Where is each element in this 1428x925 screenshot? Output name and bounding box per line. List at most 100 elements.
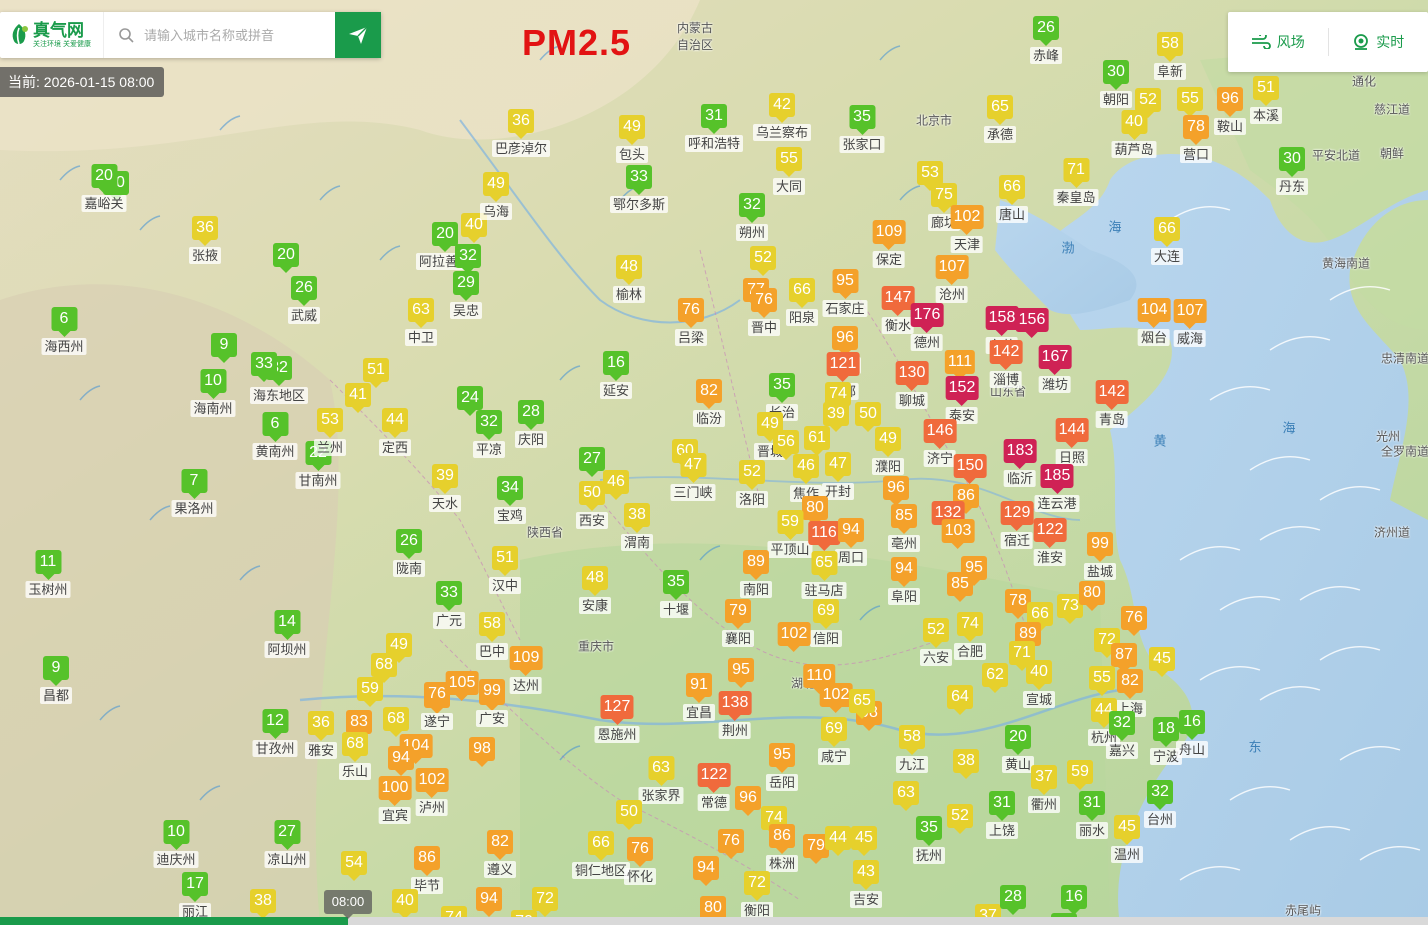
station-marker[interactable]: 14 阿坝州 bbox=[264, 610, 310, 658]
station-marker[interactable]: 66 大连 bbox=[1150, 217, 1184, 265]
station-marker[interactable]: 36 张掖 bbox=[188, 216, 222, 264]
station-marker[interactable]: 33 鄂尔多斯 bbox=[609, 165, 669, 213]
station-marker[interactable]: 130 聊城 bbox=[895, 361, 929, 409]
station-marker[interactable]: 102 bbox=[777, 622, 811, 652]
station-marker[interactable]: 122 淮安 bbox=[1033, 518, 1067, 566]
station-marker[interactable]: 9 昌都 bbox=[39, 656, 73, 704]
station-marker[interactable]: 39 天水 bbox=[428, 464, 462, 512]
station-marker[interactable]: 63 中卫 bbox=[404, 298, 438, 346]
station-marker[interactable]: 96 bbox=[883, 476, 909, 506]
station-marker[interactable]: 102 泸州 bbox=[415, 768, 449, 816]
station-marker[interactable]: 52 bbox=[1135, 88, 1161, 118]
station-marker[interactable]: 109 保定 bbox=[872, 220, 906, 268]
station-marker[interactable]: 69 信阳 bbox=[809, 599, 843, 647]
station-marker[interactable]: 41 bbox=[345, 383, 371, 413]
station-marker[interactable]: 66 唐山 bbox=[995, 175, 1029, 223]
station-marker[interactable]: 129 宿迁 bbox=[1000, 501, 1034, 549]
station-marker[interactable]: 33 广元 bbox=[432, 581, 466, 629]
station-marker[interactable]: 58 九江 bbox=[895, 725, 929, 773]
station-marker[interactable]: 32 平凉 bbox=[472, 410, 506, 458]
station-marker[interactable]: 50 西安 bbox=[575, 481, 609, 529]
station-marker[interactable]: 31 上饶 bbox=[985, 791, 1019, 839]
station-marker[interactable]: 71 秦皇岛 bbox=[1053, 158, 1099, 206]
station-marker[interactable]: 59 bbox=[1067, 760, 1093, 790]
station-marker[interactable]: 58 巴中 bbox=[475, 612, 509, 660]
station-marker[interactable]: 142 青岛 bbox=[1095, 380, 1129, 428]
air-quality-map[interactable]: 内蒙古 自治区 北京市 通化 慈江道 平安北道 朝鲜 黄海南道 忠清南道 光州 全罗南道 济州道 山东… bbox=[0, 0, 1428, 925]
station-marker[interactable]: 66 阳泉 bbox=[785, 278, 819, 326]
station-marker[interactable]: 79 襄阳 bbox=[721, 599, 755, 647]
station-marker[interactable]: 54 bbox=[341, 851, 367, 881]
station-marker[interactable]: 36 雅安 bbox=[304, 711, 338, 759]
station-marker[interactable]: 50 bbox=[616, 800, 642, 830]
station-marker[interactable]: 7 果洛州 bbox=[171, 469, 217, 517]
station-marker[interactable]: 6 黄南州 bbox=[252, 412, 298, 460]
station-marker[interactable]: 40 宣城 bbox=[1022, 660, 1056, 708]
station-marker[interactable]: 65 承德 bbox=[983, 95, 1017, 143]
station-marker[interactable]: 86 株洲 bbox=[765, 824, 799, 872]
station-marker[interactable]: 62 bbox=[982, 663, 1008, 693]
station-marker[interactable]: 36 巴彦淖尔 bbox=[491, 109, 551, 157]
station-marker[interactable]: 27 凉山州 bbox=[264, 820, 310, 868]
station-marker[interactable]: 100 宜宾 bbox=[378, 776, 412, 824]
station-marker[interactable]: 107 沧州 bbox=[935, 255, 969, 303]
station-marker[interactable]: 38 渭南 bbox=[620, 503, 654, 551]
station-marker[interactable]: 42 乌兰察布 bbox=[752, 93, 812, 141]
station-marker[interactable]: 10 迪庆州 bbox=[153, 820, 199, 868]
station-marker[interactable]: 176 德州 bbox=[910, 303, 944, 351]
station-marker[interactable]: 68 bbox=[371, 653, 397, 683]
realtime-toggle[interactable]: 实时 bbox=[1329, 32, 1428, 52]
station-marker[interactable]: 35 抚州 bbox=[912, 816, 946, 864]
station-marker[interactable]: 167 潍坊 bbox=[1038, 345, 1072, 393]
station-marker[interactable]: 72 bbox=[532, 887, 558, 917]
station-marker[interactable]: 50 bbox=[855, 402, 881, 432]
station-marker[interactable]: 95 石家庄 bbox=[822, 269, 868, 317]
station-marker[interactable]: 144 日照 bbox=[1055, 418, 1089, 466]
station-marker[interactable]: 45 bbox=[1149, 647, 1175, 677]
station-marker[interactable]: 38 bbox=[250, 889, 276, 919]
station-marker[interactable]: 9 bbox=[211, 333, 237, 363]
station-marker[interactable]: 152 泰安 bbox=[945, 376, 979, 424]
station-marker[interactable]: 32 朔州 bbox=[735, 193, 769, 241]
station-marker[interactable]: 127 恩施州 bbox=[594, 695, 640, 743]
station-marker[interactable]: 33 bbox=[251, 352, 277, 382]
station-marker[interactable]: 59 bbox=[357, 677, 383, 707]
station-marker[interactable]: 63 张家界 bbox=[638, 756, 684, 804]
station-marker[interactable]: 89 南阳 bbox=[739, 550, 773, 598]
station-marker[interactable]: 20 嘉峪关 bbox=[81, 164, 127, 212]
station-marker[interactable]: 30 朝阳 bbox=[1099, 60, 1133, 108]
station-marker[interactable]: 109 达州 bbox=[509, 646, 543, 694]
station-marker[interactable]: 122 常德 bbox=[697, 763, 731, 811]
station-marker[interactable]: 55 bbox=[1089, 666, 1115, 696]
station-marker[interactable]: 98 bbox=[469, 737, 495, 767]
station-marker[interactable]: 48 安康 bbox=[578, 566, 612, 614]
station-marker[interactable]: 12 甘孜州 bbox=[252, 709, 298, 757]
station-marker[interactable]: 30 丹东 bbox=[1275, 147, 1309, 195]
station-marker[interactable]: 44 bbox=[825, 826, 851, 856]
station-marker[interactable]: 87 bbox=[1111, 643, 1137, 673]
station-marker[interactable]: 61 bbox=[804, 426, 830, 456]
station-marker[interactable]: 29 吴忠 bbox=[449, 271, 483, 319]
station-marker[interactable]: 80 bbox=[1079, 581, 1105, 611]
station-marker[interactable]: 45 bbox=[851, 826, 877, 856]
station-marker[interactable]: 76 吕梁 bbox=[674, 298, 708, 346]
station-marker[interactable]: 55 大同 bbox=[772, 147, 806, 195]
station-marker[interactable]: 40 葫芦岛 bbox=[1111, 110, 1157, 158]
station-marker[interactable]: 51 本溪 bbox=[1249, 76, 1283, 124]
station-marker[interactable]: 156 bbox=[1015, 308, 1049, 338]
station-marker[interactable]: 55 bbox=[1177, 87, 1203, 117]
station-marker[interactable]: 44 定西 bbox=[378, 408, 412, 456]
station-marker[interactable]: 51 bbox=[363, 358, 389, 388]
station-marker[interactable]: 104 烟台 bbox=[1137, 298, 1171, 346]
station-marker[interactable]: 76 bbox=[1121, 606, 1147, 636]
station-marker[interactable]: 6 海西州 bbox=[41, 307, 87, 355]
station-marker[interactable]: 65 驻马店 bbox=[801, 551, 847, 599]
station-marker[interactable]: 58 阜新 bbox=[1153, 32, 1187, 80]
station-marker[interactable]: 39 bbox=[823, 402, 849, 432]
station-marker[interactable]: 85 亳州 bbox=[887, 504, 921, 552]
station-marker[interactable]: 82 遵义 bbox=[483, 830, 517, 878]
station-marker[interactable]: 52 六安 bbox=[919, 618, 953, 666]
station-marker[interactable]: 66 铜仁地区 bbox=[571, 831, 631, 879]
station-marker[interactable]: 94 bbox=[388, 746, 414, 776]
station-marker[interactable]: 94 阜阳 bbox=[887, 557, 921, 605]
